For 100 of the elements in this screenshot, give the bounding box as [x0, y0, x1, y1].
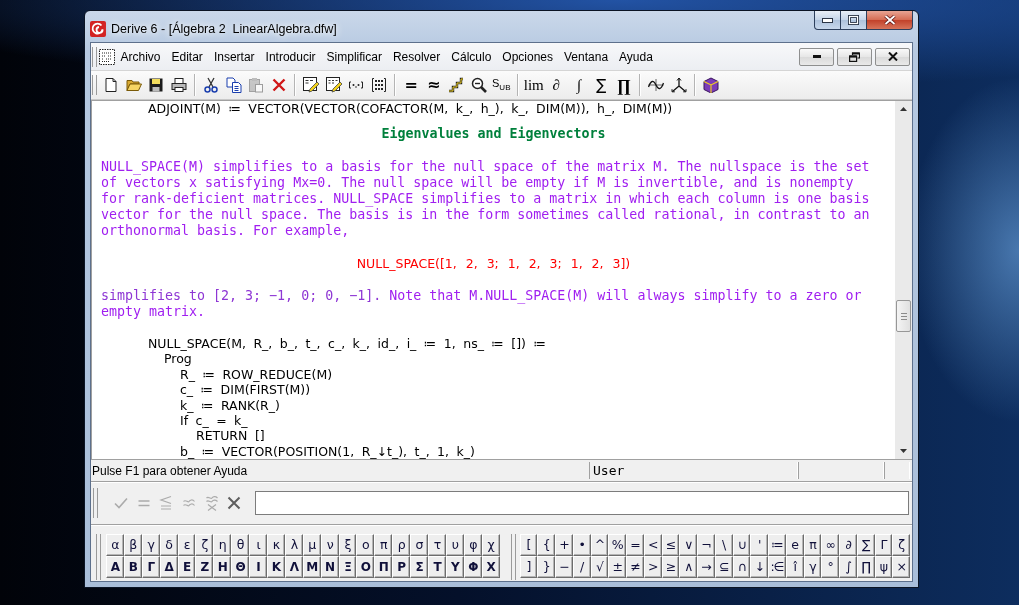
menu-item[interactable]: Resolver: [387, 47, 446, 66]
menu-item[interactable]: Archivo: [115, 47, 166, 66]
palette-key[interactable]: κ: [267, 534, 285, 556]
palette-key[interactable]: Τ: [428, 556, 446, 578]
input-field[interactable]: [254, 491, 909, 515]
palette-key[interactable]: →: [697, 556, 715, 578]
gripper-icon[interactable]: [92, 46, 97, 67]
minimize-button[interactable]: [814, 11, 841, 30]
palette-key[interactable]: τ: [428, 534, 446, 556]
palette-key[interactable]: ↓: [750, 556, 769, 578]
palette-key[interactable]: η: [213, 534, 232, 556]
expression-line[interactable]: R_ ≔ ROW_REDUCE(M): [180, 366, 333, 383]
approximate-button[interactable]: ≈: [422, 74, 445, 96]
palette-key[interactable]: :∈: [768, 556, 786, 578]
menu-item[interactable]: Opciones: [496, 47, 559, 66]
palette-key[interactable]: ζ: [892, 534, 911, 556]
palette-key[interactable]: °: [821, 556, 840, 578]
expression-line[interactable]: RETURN []: [196, 428, 265, 444]
maximize-button[interactable]: [841, 11, 867, 30]
palette-key[interactable]: Η: [213, 556, 232, 578]
menu-item[interactable]: Insertar: [208, 47, 261, 66]
app-icon[interactable]: [90, 20, 106, 37]
sum-button[interactable]: ∑: [590, 74, 613, 96]
minimize-icon: [822, 17, 833, 23]
gripper-icon[interactable]: [96, 534, 101, 580]
product-button[interactable]: ∏: [612, 74, 635, 96]
paragraph-text: NULL_SPACE(M) simplifies to a basis for the null space of the matrix M. The nullspace is the set of vectors x satisfying Mx=0. The null space will be empty if M is invertible, and is nonempty for rank-deficient matrices. NULL_SPACE simplifies to a matrix in which each column is one basis vector for the null space. The basis is in the form sometimes called rational, in contrast to an orthonormal basis. For example,: [101, 159, 871, 239]
palette-key[interactable]: π: [374, 534, 393, 556]
down-arrow-icon[interactable]: [900, 449, 907, 453]
palette-key[interactable]: ¬: [697, 534, 715, 556]
expression-line[interactable]: Prog: [164, 351, 192, 367]
palette-key[interactable]: Α: [106, 556, 124, 578]
palette-key[interactable]: Ρ: [392, 556, 411, 578]
menu-item[interactable]: Cálculo: [445, 47, 497, 66]
palette-key[interactable]: ζ: [195, 534, 214, 556]
restore-button[interactable]: [837, 47, 872, 66]
palette-key[interactable]: ≠: [626, 556, 644, 578]
cross-icon: [270, 77, 287, 93]
palette-key[interactable]: Ζ: [195, 556, 214, 578]
palette-key[interactable]: Π: [374, 556, 393, 578]
palette-key[interactable]: }: [537, 556, 556, 578]
palette-key[interactable]: ': [750, 534, 769, 556]
minimize-button[interactable]: [799, 47, 834, 66]
palette-key[interactable]: ∧: [679, 556, 698, 578]
close-button[interactable]: [875, 47, 910, 66]
expression-line[interactable]: ADJOINT(M) ≔ VECTOR(VECTOR(COFACTOR(M, k_, h_), k_, DIM(M)), h_, DIM(M)): [148, 101, 673, 117]
palette-key[interactable]: ≔: [768, 534, 786, 556]
menu-item[interactable]: Simplificar: [321, 47, 388, 66]
palette-key[interactable]: Θ: [231, 556, 250, 578]
equals-button[interactable]: =: [400, 74, 423, 96]
palette-key[interactable]: ]: [519, 556, 538, 578]
derivative-button[interactable]: ∂: [545, 74, 568, 96]
scrollbar-track[interactable]: [895, 100, 912, 459]
pencil-table-icon: [325, 77, 342, 93]
integral-button[interactable]: ∫: [567, 74, 590, 96]
menu-item[interactable]: Ventana: [558, 47, 614, 66]
expression-line[interactable]: c_ ≔ DIM(FIRST(M)): [180, 382, 311, 398]
expression-line[interactable]: b_ ≔ VECTOR(POSITION(1, R_↓t_), t_, 1, k_): [180, 443, 475, 459]
palette-key[interactable]: [: [519, 534, 538, 556]
palette-key[interactable]: %: [608, 534, 627, 556]
menu-item[interactable]: Introducir: [260, 47, 322, 66]
close-button[interactable]: [867, 11, 913, 30]
limit-button[interactable]: lim: [522, 74, 545, 96]
close-icon: [887, 52, 898, 61]
palette-key[interactable]: ∂: [839, 534, 857, 556]
palette-key[interactable]: ×: [892, 556, 911, 578]
palette-key[interactable]: ι: [249, 534, 267, 556]
expression-line[interactable]: If c_ = k_: [180, 412, 248, 429]
menu-item[interactable]: Ayuda: [613, 47, 659, 66]
palette-key[interactable]: Σ: [410, 556, 429, 578]
palette-key[interactable]: α: [106, 534, 124, 556]
palette-key[interactable]: Ι: [249, 556, 267, 578]
example-expression[interactable]: NULL_SPACE([1, 2, 3; 1, 2, 3; 1, 2, 3]): [356, 256, 631, 271]
axes-icon: [670, 77, 687, 93]
up-arrow-icon[interactable]: [900, 107, 907, 111]
palette-key[interactable]: θ: [231, 534, 250, 556]
palette-key[interactable]: Ο: [356, 556, 375, 578]
expression-line[interactable]: NULL_SPACE(M, R_, b_, t_, c_, k_, id_, i_ ≔ 1, ns_ ≔ []) ≔: [148, 336, 546, 352]
palette-key[interactable]: +: [555, 534, 573, 556]
palette-key[interactable]: ∞: [821, 534, 840, 556]
palette-key[interactable]: −: [555, 556, 573, 578]
palette-key[interactable]: ∨: [679, 534, 698, 556]
expression-line[interactable]: k_ ≔ RANK(R_): [180, 397, 280, 413]
gripper-icon[interactable]: [93, 488, 98, 518]
palette-key[interactable]: =: [626, 534, 644, 556]
menu-item[interactable]: Editar: [166, 47, 209, 66]
substitute-button[interactable]: S$_{UB}$: [490, 74, 513, 96]
dotted-window-icon[interactable]: [99, 48, 115, 65]
scrollbar-thumb[interactable]: [896, 300, 911, 332]
palette-key[interactable]: ∫: [839, 556, 857, 578]
gripper-icon[interactable]: [92, 75, 97, 95]
palette-key[interactable]: ±: [608, 556, 627, 578]
palette-key[interactable]: ρ: [392, 534, 411, 556]
minimize-icon: [812, 55, 821, 58]
palette-key[interactable]: σ: [410, 534, 429, 556]
palette-key[interactable]: {: [537, 534, 556, 556]
palette-key[interactable]: ο: [356, 534, 375, 556]
gripper-icon[interactable]: [510, 534, 516, 580]
palette-key[interactable]: Κ: [267, 556, 285, 578]
blank-page-icon: [103, 77, 120, 93]
